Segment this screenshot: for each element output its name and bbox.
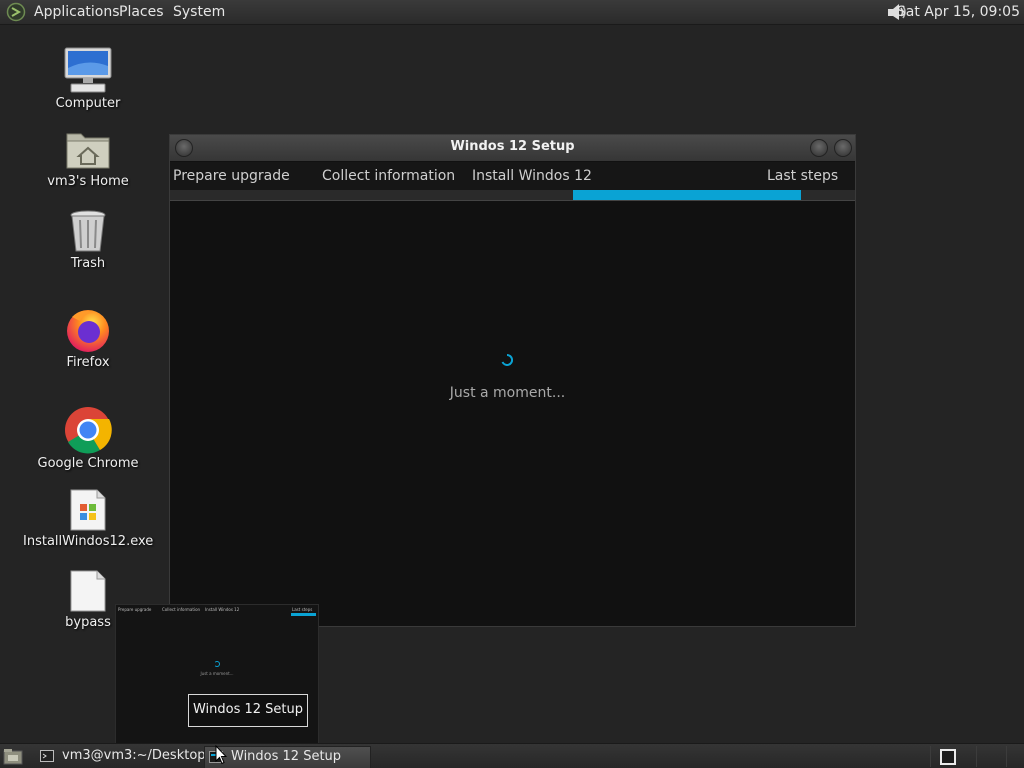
taskbar-item-label: vm3@vm3:~/Desktop [62,748,206,763]
show-desktop-icon[interactable] [3,748,23,765]
desktop-icon-computer[interactable]: Computer [23,46,153,111]
taskbar-item-label: Windos 12 Setup [231,749,342,764]
divider [1006,746,1007,767]
desktop-icon-installer[interactable]: InstallWindos12.exe [23,488,153,549]
window-menu-button[interactable] [175,139,193,157]
desktop-icon-trash[interactable]: Trash [23,208,153,271]
divider [976,746,977,767]
firefox-icon [67,310,109,352]
step-last-steps: Last steps [767,168,839,184]
preview-step: Collect information [162,607,201,612]
desktop-icon-label: InstallWindos12.exe [23,534,154,549]
bottom-taskbar: vm3@vm3:~/Desktop Windos 12 Setup [0,743,1024,768]
status-text: Just a moment... [449,385,566,401]
exe-file-icon [70,489,106,531]
desktop-icon-home[interactable]: vm3's Home [23,128,153,189]
step-collect-information: Collect information [322,168,456,184]
workspace-switcher-1[interactable] [940,749,956,765]
terminal-icon [40,750,54,762]
top-panel: Applications Places System Sat Apr 15, 0… [0,0,1024,25]
step-install: Install Windos 12 [472,168,592,184]
setup-progress-fill [573,190,801,200]
trash-icon [70,210,106,252]
places-menu[interactable]: Places [119,3,164,21]
step-prepare-upgrade: Prepare upgrade [173,168,290,184]
minimize-button[interactable] [810,139,828,157]
preview-status-text: Just a moment... [200,671,234,676]
mate-logo-icon[interactable] [6,2,26,22]
desktop-icon-label: vm3's Home [47,174,129,189]
preview-spinner-icon [214,661,220,667]
desktop-icon-label: Google Chrome [37,456,139,471]
setup-window: Windos 12 Setup Prepare upgrade Collect … [169,134,856,627]
setup-progress-bar [170,190,855,200]
close-button[interactable] [834,139,852,157]
file-icon [70,570,106,612]
loading-spinner-icon [501,354,513,366]
desktop-icon-label: Computer [55,96,121,111]
preview-step: Install Windos 12 [205,607,240,612]
preview-step: Prepare upgrade [118,607,152,612]
desktop-icon-label: Firefox [66,355,110,370]
chrome-icon [65,407,112,454]
setup-steps: Prepare upgrade Collect information Inst… [170,162,855,190]
computer-icon [64,47,112,93]
clock[interactable]: Sat Apr 15, 09:05 [897,3,1020,21]
window-title: Windos 12 Setup [450,139,575,154]
mouse-cursor-icon [215,745,227,765]
preview-steps: Prepare upgrade Collect information Inst… [116,605,318,615]
desktop-icon-firefox[interactable]: Firefox [23,305,153,370]
window-titlebar[interactable]: Windos 12 Setup [170,135,855,161]
preview-progress-fill [291,613,316,616]
window-preview-tooltip: Windos 12 Setup [188,694,308,727]
divider [930,746,931,767]
home-folder-icon [66,133,110,169]
desktop-icon-label: Trash [70,256,106,271]
desktop-icon-chrome[interactable]: Google Chrome [23,406,153,471]
applications-menu[interactable]: Applications [34,3,120,21]
taskbar-item-setup[interactable]: Windos 12 Setup [204,746,371,768]
system-menu[interactable]: System [173,3,225,21]
taskbar-item-terminal[interactable]: vm3@vm3:~/Desktop [36,746,206,767]
preview-step: Last steps [292,607,313,612]
divider [170,200,855,201]
